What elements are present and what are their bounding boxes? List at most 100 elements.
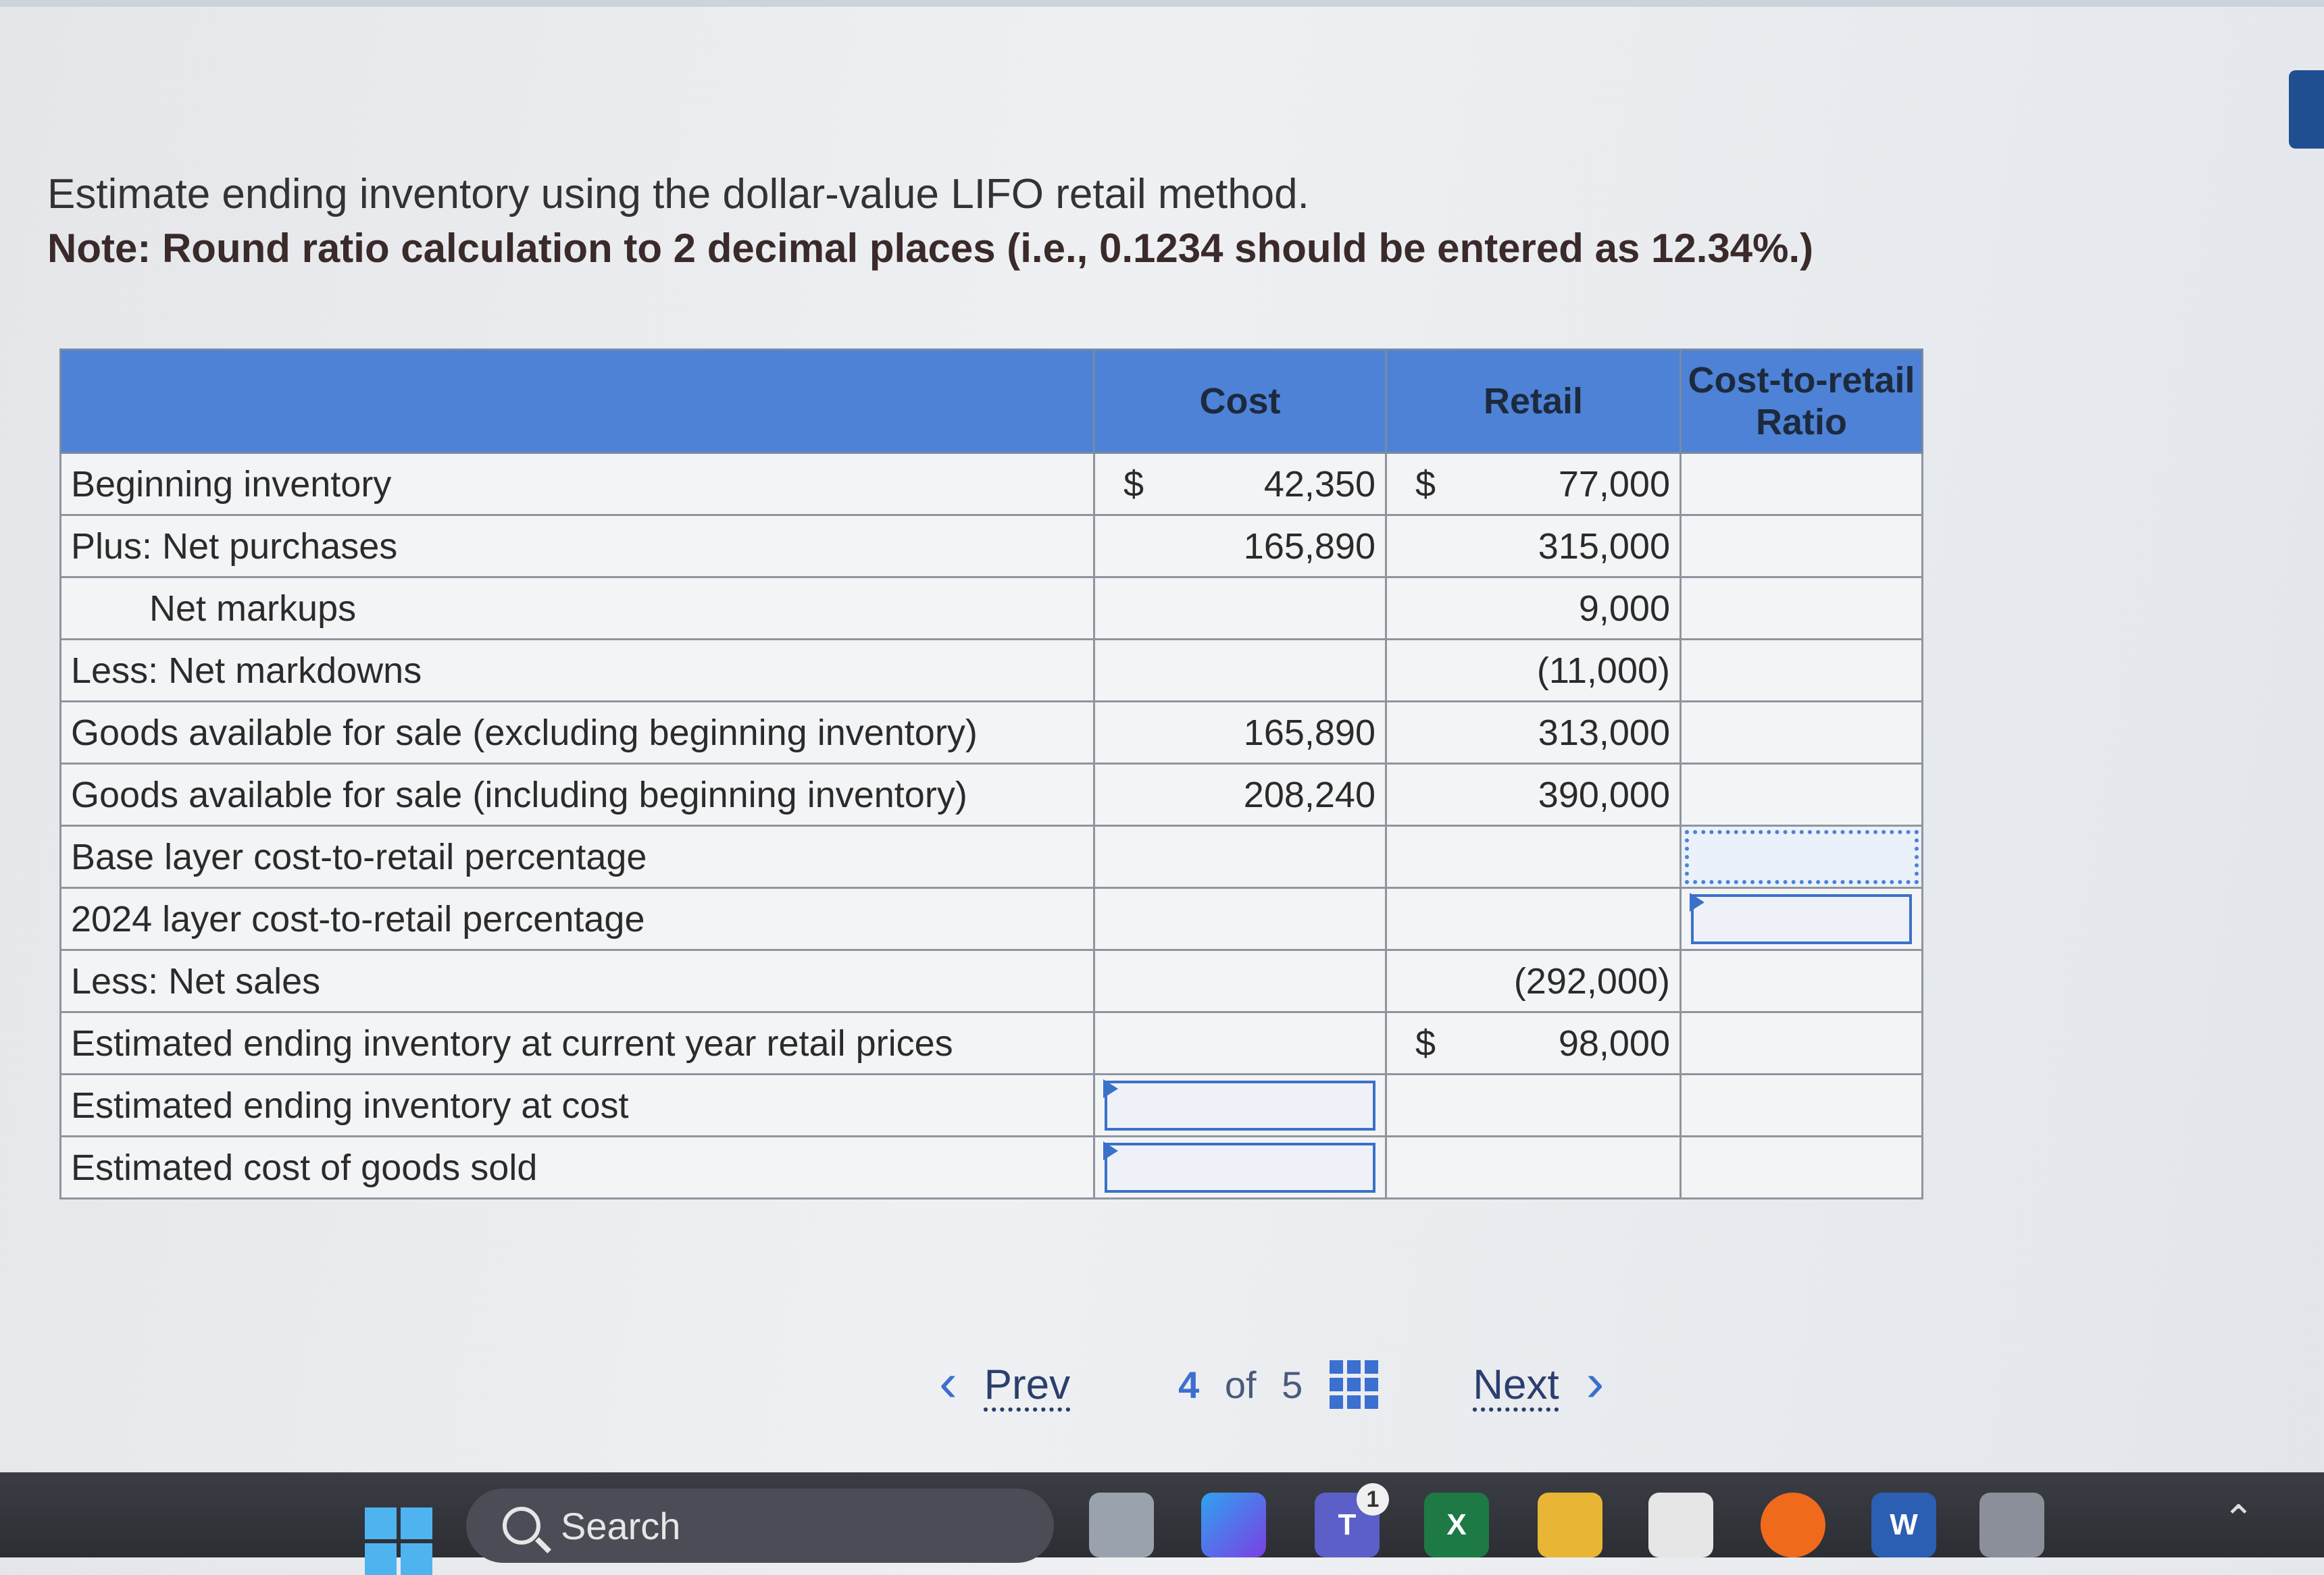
file-explorer-icon[interactable] — [1538, 1493, 1602, 1557]
table-row: Less: Net sales (292,000) — [59, 949, 1923, 1013]
prev-button[interactable]: Prev — [984, 1361, 1070, 1409]
row-label: Goods available for sale (excluding begi… — [59, 700, 1095, 765]
next-button[interactable]: Next — [1473, 1361, 1559, 1409]
windows-taskbar: Search T1 X W ⌃ — [0, 1472, 2324, 1575]
row-label: Base layer cost-to-retail percentage — [59, 825, 1095, 889]
table-row: Net markups 9,000 — [59, 576, 1923, 640]
ratio-cell — [1679, 514, 1923, 578]
teams-icon[interactable]: T1 — [1315, 1483, 1389, 1557]
cost-cell — [1093, 1011, 1387, 1075]
ratio-cell — [1679, 1073, 1923, 1137]
table-row: Estimated ending inventory at current ye… — [59, 1011, 1923, 1075]
excel-icon[interactable]: X — [1424, 1493, 1489, 1557]
table-row: Plus: Net purchases 165,890 315,000 — [59, 514, 1923, 578]
layer-2024-ratio-input[interactable] — [1691, 894, 1912, 944]
row-label: Net markups — [59, 576, 1095, 640]
ratio-cell — [1679, 700, 1923, 765]
retail-cell: (292,000) — [1385, 949, 1682, 1013]
header-label — [59, 348, 1095, 454]
instructions: Estimate ending inventory using the doll… — [47, 167, 2006, 276]
task-view-icon[interactable] — [1089, 1493, 1154, 1557]
instruction-text: Estimate ending inventory using the doll… — [47, 171, 1309, 217]
row-label: Estimated ending inventory at current ye… — [59, 1011, 1095, 1075]
retail-cell: 313,000 — [1385, 700, 1682, 765]
table-row: Estimated ending inventory at cost — [59, 1073, 1923, 1137]
cost-cell — [1093, 825, 1387, 889]
page-counter: 4 of 5 — [1178, 1363, 1303, 1407]
firefox-icon[interactable] — [1761, 1493, 1825, 1557]
search-icon — [503, 1507, 540, 1545]
header-cost: Cost — [1093, 348, 1387, 454]
ratio-cell — [1679, 452, 1923, 516]
header-ratio: Cost-to-retail Ratio — [1679, 348, 1923, 454]
retail-cell: 9,000 — [1385, 576, 1682, 640]
table-row: 2024 layer cost-to-retail percentage — [59, 887, 1923, 951]
table-row: Less: Net markdowns (11,000) — [59, 638, 1923, 702]
retail-cell: $77,000 — [1385, 452, 1682, 516]
cogs-input[interactable] — [1105, 1142, 1375, 1193]
row-label: Beginning inventory — [59, 452, 1095, 516]
retail-cell — [1385, 887, 1682, 951]
cost-cell — [1093, 576, 1387, 640]
calculator-icon[interactable] — [1979, 1493, 2044, 1557]
ending-inventory-cost-input[interactable] — [1105, 1080, 1375, 1131]
cost-cell — [1093, 887, 1387, 951]
ending-cost-wrapper — [1103, 1079, 1375, 1131]
row-label: Less: Net markdowns — [59, 638, 1095, 702]
retail-cell: 315,000 — [1385, 514, 1682, 578]
chevron-left-icon[interactable]: ‹ — [939, 1351, 957, 1414]
retail-value: 98,000 — [1558, 1023, 1670, 1064]
retail-cell — [1385, 1073, 1682, 1137]
row-label: Plus: Net purchases — [59, 514, 1095, 578]
windows-start-icon[interactable] — [365, 1507, 432, 1575]
word-icon[interactable]: W — [1871, 1493, 1936, 1557]
lifo-retail-worksheet: Cost Retail Cost-to-retail Ratio Beginni… — [59, 348, 1923, 1199]
row-label: Estimated cost of goods sold — [59, 1135, 1095, 1199]
ratio-cell — [1679, 576, 1923, 640]
microsoft-store-icon[interactable] — [1648, 1493, 1713, 1557]
table-row: Goods available for sale (including begi… — [59, 763, 1923, 827]
cost-cell: $42,350 — [1093, 452, 1387, 516]
cost-cell: 165,890 — [1093, 700, 1387, 765]
cogs-cost-cell — [1093, 1135, 1387, 1199]
chevron-right-icon[interactable]: › — [1586, 1351, 1605, 1414]
retail-value: 77,000 — [1558, 463, 1670, 505]
ratio-cell — [1679, 763, 1923, 827]
side-panel-tab[interactable] — [2289, 70, 2324, 149]
rounding-note: Note: Round ratio calculation to 2 decim… — [47, 226, 1814, 271]
base-layer-ratio-input[interactable] — [1679, 825, 1923, 889]
retail-cell: $98,000 — [1385, 1011, 1682, 1075]
current-page: 4 — [1178, 1363, 1200, 1406]
copilot-icon[interactable] — [1201, 1493, 1266, 1557]
cost-cell — [1093, 949, 1387, 1013]
chevron-up-icon[interactable]: ⌃ — [2223, 1497, 2254, 1541]
cost-cell: 208,240 — [1093, 763, 1387, 827]
ratio-2024-wrapper — [1690, 892, 1912, 944]
retail-cell: (11,000) — [1385, 638, 1682, 702]
row-label: 2024 layer cost-to-retail percentage — [59, 887, 1095, 951]
taskbar-search[interactable]: Search — [466, 1489, 1054, 1563]
notification-badge: 1 — [1357, 1483, 1389, 1516]
total-pages: 5 — [1282, 1363, 1303, 1406]
question-pager: ‹ Prev 4 of 5 Next › — [939, 1351, 1604, 1418]
ratio-cell — [1679, 638, 1923, 702]
top-edge — [0, 0, 2324, 7]
cost-cell: 165,890 — [1093, 514, 1387, 578]
table-row: Base layer cost-to-retail percentage — [59, 825, 1923, 889]
ratio-2024-cell — [1679, 887, 1923, 951]
cogs-wrapper — [1103, 1141, 1375, 1193]
row-label: Estimated ending inventory at cost — [59, 1073, 1095, 1137]
table-row: Goods available for sale (excluding begi… — [59, 700, 1923, 765]
ratio-cell — [1679, 1011, 1923, 1075]
search-placeholder: Search — [561, 1504, 681, 1547]
dollar-sign: $ — [1415, 1023, 1436, 1064]
header-retail: Retail — [1385, 348, 1682, 454]
header-row: Cost Retail Cost-to-retail Ratio — [59, 348, 1923, 454]
row-label: Goods available for sale (including begi… — [59, 763, 1095, 827]
ending-cost-cell — [1093, 1073, 1387, 1137]
dollar-sign: $ — [1415, 463, 1436, 505]
row-label: Less: Net sales — [59, 949, 1095, 1013]
table-row: Beginning inventory $42,350 $77,000 — [59, 452, 1923, 516]
retail-cell: 390,000 — [1385, 763, 1682, 827]
question-grid-icon[interactable] — [1330, 1360, 1379, 1409]
